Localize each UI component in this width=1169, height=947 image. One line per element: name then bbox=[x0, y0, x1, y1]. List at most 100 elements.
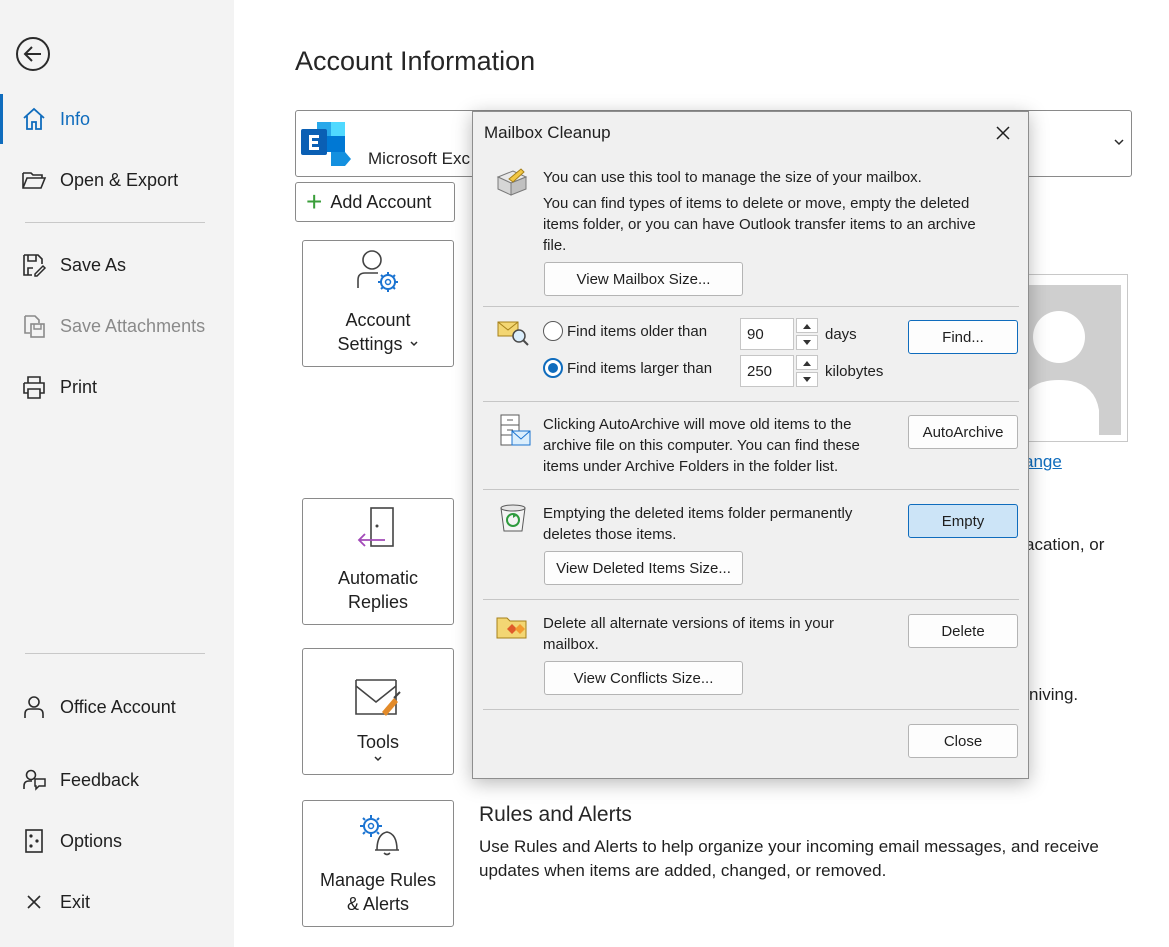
view-mailbox-size-button[interactable]: View Mailbox Size... bbox=[544, 262, 743, 296]
nav-item-open-export[interactable]: Open & Export bbox=[0, 155, 234, 205]
kilobytes-unit-label: kilobytes bbox=[825, 363, 884, 380]
archiving-text-fragment: niving. bbox=[1029, 685, 1079, 704]
older-days-spinner[interactable] bbox=[796, 318, 818, 350]
find-larger-radio[interactable] bbox=[543, 358, 563, 378]
save-attachments-icon bbox=[20, 312, 48, 340]
account-settings-label-1: Account bbox=[345, 310, 411, 330]
nav-item-label: Feedback bbox=[60, 769, 140, 790]
empty-button[interactable]: Empty bbox=[908, 504, 1018, 538]
chevron-down-icon bbox=[373, 754, 383, 764]
find-older-label: Find items older than bbox=[567, 323, 708, 340]
larger-kb-spinner[interactable] bbox=[796, 355, 818, 387]
nav-item-label: Save As bbox=[60, 254, 127, 275]
intro-line-2: You can find types of items to delete or… bbox=[543, 195, 976, 254]
days-unit-label: days bbox=[825, 326, 857, 343]
view-conflicts-size-button[interactable]: View Conflicts Size... bbox=[544, 661, 743, 695]
find-items-icon bbox=[497, 320, 529, 351]
feedback-icon bbox=[20, 766, 48, 794]
spin-up-icon[interactable] bbox=[796, 318, 818, 333]
mailbox-cleanup-tools-icon bbox=[354, 676, 402, 724]
account-name: Microsoft Exc bbox=[368, 149, 471, 168]
dialog-close-icon[interactable] bbox=[992, 122, 1014, 144]
older-days-input[interactable]: 90 bbox=[740, 318, 794, 350]
account-settings-icon bbox=[354, 248, 402, 302]
change-photo-link[interactable]: ange bbox=[1024, 452, 1062, 472]
add-account-label: Add Account bbox=[330, 191, 432, 212]
nav-item-label: Print bbox=[60, 376, 98, 397]
back-arrow-icon[interactable] bbox=[16, 37, 50, 71]
save-as-icon bbox=[20, 251, 48, 279]
nav-item-info[interactable]: Info bbox=[0, 94, 234, 144]
vacation-text-fragment: acation, or bbox=[1025, 535, 1105, 554]
section-divider bbox=[483, 401, 1019, 402]
chevron-down-icon bbox=[409, 339, 419, 349]
exchange-logo-icon bbox=[301, 122, 351, 171]
larger-kb-input[interactable]: 250 bbox=[740, 355, 794, 387]
add-account-button[interactable]: + Add Account bbox=[295, 182, 455, 222]
spin-down-icon[interactable] bbox=[796, 335, 818, 350]
conflicts-description: Delete all alternate versions of items i… bbox=[543, 615, 834, 653]
autoarchive-button[interactable]: AutoArchive bbox=[908, 415, 1018, 449]
conflicts-folder-icon bbox=[496, 614, 528, 645]
section-divider bbox=[483, 709, 1019, 710]
tools-tile[interactable]: Tools bbox=[302, 648, 454, 775]
recycle-bin-icon bbox=[499, 503, 527, 538]
person-icon bbox=[20, 693, 48, 721]
automatic-replies-label-2: Replies bbox=[347, 592, 409, 612]
automatic-replies-tile[interactable]: Automatic Replies bbox=[302, 498, 454, 625]
options-icon bbox=[20, 827, 48, 855]
automatic-replies-label-1: Automatic bbox=[337, 568, 419, 588]
find-larger-label: Find items larger than bbox=[567, 360, 713, 377]
autoarchive-icon bbox=[499, 414, 531, 453]
nav-item-label: Info bbox=[60, 108, 91, 129]
nav-item-options[interactable]: Options bbox=[0, 816, 234, 866]
mailbox-cleanup-dialog: Mailbox Cleanup You can use this tool to… bbox=[472, 111, 1029, 779]
close-icon bbox=[20, 888, 48, 916]
person-silhouette-icon bbox=[1029, 311, 1099, 435]
account-settings-label-2: Settings bbox=[337, 334, 403, 354]
rules-alerts-icon bbox=[355, 812, 401, 862]
find-older-radio[interactable] bbox=[543, 321, 563, 341]
close-button[interactable]: Close bbox=[908, 724, 1018, 758]
folder-open-icon bbox=[20, 166, 48, 194]
nav-divider bbox=[25, 653, 205, 654]
manage-rules-label-1: Manage Rules bbox=[319, 870, 437, 890]
nav-item-print[interactable]: Print bbox=[0, 362, 234, 412]
nav-item-office-account[interactable]: Office Account bbox=[0, 682, 234, 732]
nav-item-save-as[interactable]: Save As bbox=[0, 240, 234, 290]
home-icon bbox=[20, 105, 48, 133]
tools-label: Tools bbox=[356, 732, 400, 752]
printer-icon bbox=[20, 373, 48, 401]
dialog-title: Mailbox Cleanup bbox=[484, 123, 611, 142]
account-settings-tile[interactable]: Account Settings bbox=[302, 240, 454, 367]
nav-item-exit[interactable]: Exit bbox=[0, 877, 234, 927]
view-deleted-items-size-button[interactable]: View Deleted Items Size... bbox=[544, 551, 743, 585]
spin-up-icon[interactable] bbox=[796, 355, 818, 370]
nav-item-label: Save Attachments bbox=[60, 315, 206, 336]
find-button[interactable]: Find... bbox=[908, 320, 1018, 354]
nav-item-label: Open & Export bbox=[60, 169, 179, 190]
section-divider bbox=[483, 489, 1019, 490]
nav-item-save-attachments: Save Attachments bbox=[0, 301, 234, 351]
nav-item-feedback[interactable]: Feedback bbox=[0, 755, 234, 805]
intro-line-1: You can use this tool to manage the size… bbox=[543, 169, 922, 186]
nav-divider bbox=[25, 222, 205, 223]
nav-item-label: Options bbox=[60, 830, 123, 851]
manage-rules-label-2: & Alerts bbox=[346, 894, 410, 914]
spin-down-icon[interactable] bbox=[796, 372, 818, 387]
chevron-down-icon bbox=[1113, 135, 1125, 147]
page-title: Account Information bbox=[295, 46, 536, 76]
section-divider bbox=[483, 599, 1019, 600]
backstage-nav: Info Open & Export Save As Save Attachme… bbox=[0, 0, 234, 947]
rules-alerts-heading: Rules and Alerts bbox=[479, 803, 632, 826]
nav-item-label: Office Account bbox=[60, 696, 176, 717]
automatic-replies-icon bbox=[355, 504, 401, 560]
profile-photo bbox=[1022, 274, 1128, 442]
nav-item-label: Exit bbox=[60, 891, 91, 912]
section-divider bbox=[483, 306, 1019, 307]
manage-rules-alerts-tile[interactable]: Manage Rules & Alerts bbox=[302, 800, 454, 927]
mailbox-cleanup-icon bbox=[495, 167, 529, 204]
empty-description: Emptying the deleted items folder perman… bbox=[543, 505, 853, 543]
delete-button[interactable]: Delete bbox=[908, 614, 1018, 648]
plus-icon: + bbox=[306, 186, 323, 217]
